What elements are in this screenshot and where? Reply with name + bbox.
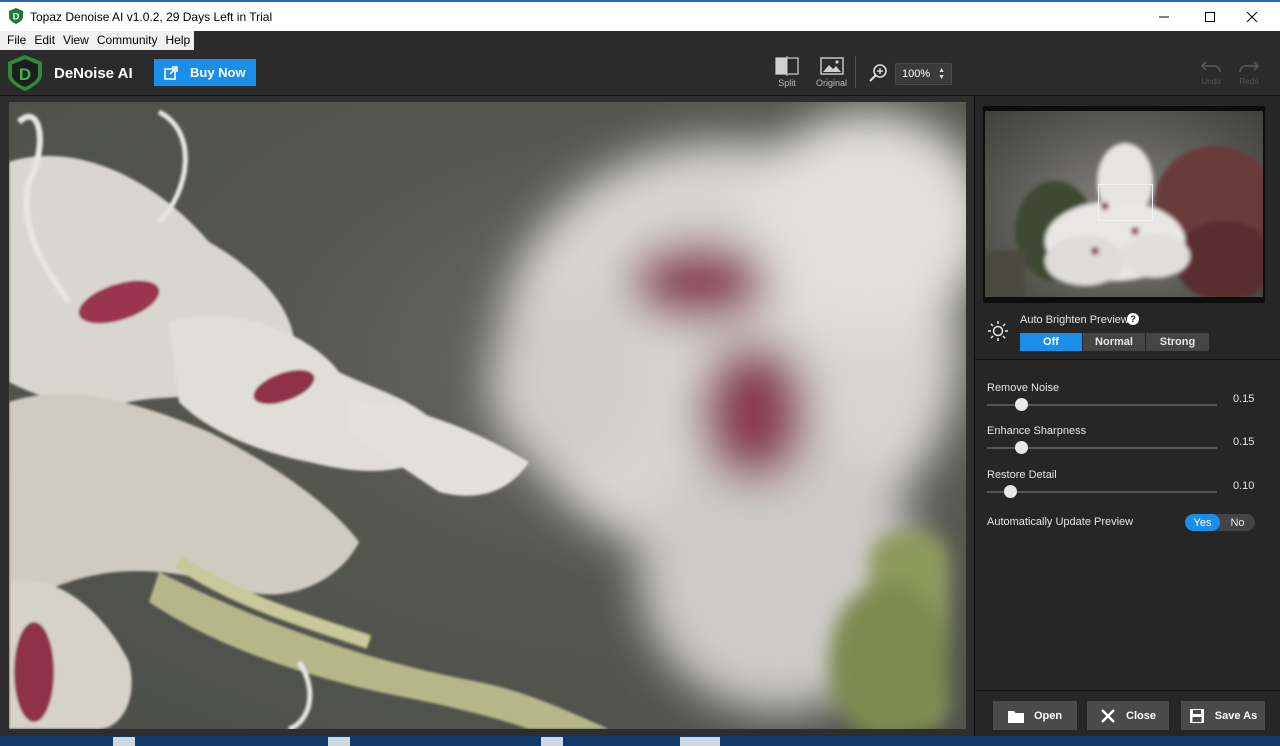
- settings-panel: Auto Brighten Preview ? Off Normal Stron…: [974, 96, 1280, 736]
- open-button[interactable]: Open: [993, 701, 1077, 730]
- original-view-button[interactable]: Original: [816, 56, 847, 88]
- navigator-thumbnail[interactable]: [985, 111, 1263, 297]
- image-icon: [819, 57, 844, 75]
- external-link-icon: [164, 65, 178, 80]
- menu-bar: File Edit View Community Help: [0, 31, 1280, 50]
- maximize-button[interactable]: [1187, 2, 1233, 31]
- zoom-icon[interactable]: [868, 63, 888, 83]
- toolbar-divider: [855, 56, 856, 88]
- taskbar-app-icon[interactable]: [680, 737, 720, 746]
- restore-detail-handle[interactable]: [1003, 485, 1017, 498]
- auto-brighten-section: Auto Brighten Preview ? Off Normal Stron…: [975, 308, 1280, 360]
- auto-update-yes[interactable]: Yes: [1185, 514, 1220, 531]
- minimize-button[interactable]: [1141, 2, 1187, 31]
- navigator-frame: [983, 106, 1265, 303]
- sun-icon: [988, 321, 1008, 341]
- taskbar-app-icon[interactable]: [113, 737, 135, 746]
- remove-noise-slider-row: Remove Noise 0.15: [975, 382, 1280, 422]
- auto-update-row: Automatically Update Preview Yes No: [975, 514, 1280, 534]
- undo-icon: [1200, 61, 1221, 73]
- menu-file[interactable]: File: [3, 31, 30, 50]
- split-view-icon: [775, 56, 799, 76]
- action-bar: Open Close Save As: [975, 690, 1280, 736]
- zoom-level-stepper[interactable]: 100% ▲ ▼: [895, 63, 952, 85]
- auto-update-label: Automatically Update Preview: [987, 516, 1134, 528]
- save-as-button[interactable]: Save As: [1181, 701, 1265, 730]
- split-view-button[interactable]: Split: [774, 56, 800, 88]
- remove-noise-value: 0.15: [1233, 393, 1255, 405]
- close-icon: [1246, 11, 1258, 22]
- brighten-segmented-control: Off Normal Strong: [1020, 333, 1210, 351]
- restore-detail-value: 0.10: [1233, 480, 1255, 492]
- restore-detail-label: Restore Detail: [987, 469, 1057, 481]
- enhance-sharpness-value: 0.15: [1233, 436, 1255, 448]
- brighten-off-option[interactable]: Off: [1020, 333, 1082, 351]
- navigator-viewport-box[interactable]: [1098, 184, 1153, 221]
- restore-detail-track[interactable]: [987, 491, 1217, 493]
- svg-text:D: D: [19, 65, 31, 84]
- close-window-button[interactable]: [1229, 2, 1275, 31]
- help-icon[interactable]: ?: [1127, 313, 1139, 325]
- enhance-sharpness-label: Enhance Sharpness: [987, 425, 1087, 437]
- brand-name: DeNoise AI: [54, 65, 133, 82]
- save-as-label: Save As: [1214, 709, 1258, 722]
- window-title: Topaz Denoise AI v1.0.2, 29 Days Left in…: [30, 10, 273, 24]
- original-label: Original: [816, 78, 848, 88]
- auto-brighten-label: Auto Brighten Preview: [1020, 314, 1129, 326]
- open-label: Open: [1033, 709, 1063, 722]
- save-disk-icon: [1189, 708, 1204, 723]
- toolbar: D DeNoise AI Buy Now Split Original 100%: [0, 50, 1280, 96]
- auto-update-toggle[interactable]: Yes No: [1185, 514, 1255, 531]
- menu-help[interactable]: Help: [162, 31, 195, 50]
- remove-noise-label: Remove Noise: [987, 382, 1060, 394]
- enhance-sharpness-slider-row: Enhance Sharpness 0.15: [975, 425, 1280, 465]
- auto-update-no[interactable]: No: [1220, 514, 1255, 531]
- flower-photo-drawing: [9, 109, 966, 729]
- undo-button[interactable]: Undo: [1198, 58, 1224, 86]
- image-viewer: [0, 96, 974, 736]
- svg-text:D: D: [13, 12, 20, 22]
- zoom-spin-arrows-icon[interactable]: ▲ ▼: [938, 67, 945, 81]
- redo-button[interactable]: Redo: [1236, 58, 1262, 86]
- brighten-normal-option[interactable]: Normal: [1083, 333, 1145, 351]
- preview-image[interactable]: [9, 102, 966, 729]
- split-label: Split: [778, 78, 796, 88]
- remove-noise-handle[interactable]: [1015, 398, 1028, 411]
- taskbar-strip: [0, 736, 1280, 746]
- denoise-logo-icon: D: [8, 55, 42, 91]
- folder-icon: [1007, 710, 1024, 723]
- menu-items: File Edit View Community Help: [0, 31, 195, 50]
- taskbar-app-icon[interactable]: [328, 737, 350, 746]
- close-button[interactable]: Close: [1087, 701, 1169, 730]
- minimize-icon: [1159, 16, 1169, 17]
- redo-label: Redo: [1239, 77, 1259, 86]
- enhance-sharpness-handle[interactable]: [1015, 441, 1028, 454]
- buy-now-button[interactable]: Buy Now: [154, 59, 256, 86]
- menu-view[interactable]: View: [59, 31, 93, 50]
- close-label: Close: [1126, 709, 1156, 722]
- zoom-value: 100%: [902, 68, 931, 80]
- maximize-icon: [1205, 11, 1215, 22]
- menu-edit[interactable]: Edit: [30, 31, 59, 50]
- redo-icon: [1239, 61, 1260, 73]
- undo-label: Undo: [1201, 77, 1221, 86]
- close-x-icon: [1101, 708, 1115, 723]
- buy-now-label: Buy Now: [190, 65, 246, 80]
- restore-detail-slider-row: Restore Detail 0.10: [975, 469, 1280, 509]
- taskbar-app-icon[interactable]: [541, 737, 563, 746]
- brighten-strong-option[interactable]: Strong: [1146, 333, 1209, 351]
- app-logo-icon: D: [9, 8, 23, 24]
- menu-community[interactable]: Community: [93, 31, 162, 50]
- title-bar: D Topaz Denoise AI v1.0.2, 29 Days Left …: [0, 0, 1280, 31]
